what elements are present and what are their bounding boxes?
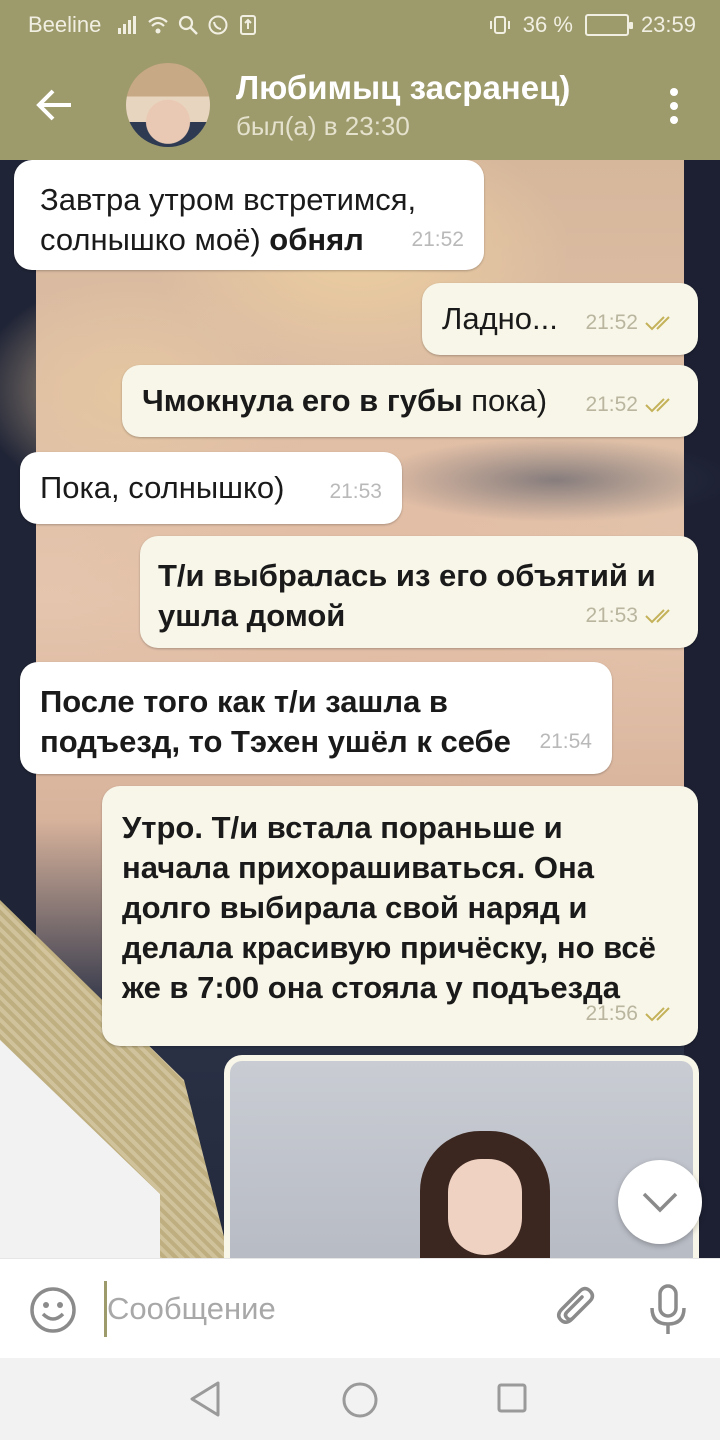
back-button[interactable]	[0, 50, 110, 160]
chat-title: Любимыц засранец)	[236, 68, 571, 106]
chat-area[interactable]: Завтра утром встретимся, солнышко моё) о…	[0, 160, 720, 1258]
avatar[interactable]	[126, 63, 210, 147]
message-bubble[interactable]: После того как т/и зашла в подъезд, то Т…	[20, 662, 612, 774]
message-text-bold: Утро. Т/и встала пораньше и начала прихо…	[122, 810, 656, 1005]
message-text: Пока, солнышко)	[40, 470, 285, 505]
message-time: 21:52	[411, 228, 464, 251]
clock: 23:59	[640, 12, 696, 37]
double-check-icon	[645, 609, 670, 624]
message-time: 21:52	[585, 393, 638, 416]
microphone-icon[interactable]	[645, 1283, 691, 1337]
chevron-down-icon	[642, 1192, 678, 1213]
message-bubble[interactable]: Завтра утром встретимся, солнышко моё) о…	[14, 160, 484, 270]
message-time: 21:52	[585, 311, 638, 334]
arrow-left-icon	[36, 89, 71, 121]
vibrate-icon	[489, 16, 510, 34]
chat-title-block[interactable]: Любимыц засранец) был(а) в 23:30	[236, 69, 570, 142]
message-bubble[interactable]: Утро. Т/и встала пораньше и начала прихо…	[102, 786, 698, 1046]
message-bubble[interactable]: Пока, солнышко) 21:53	[20, 452, 402, 524]
photo-image[interactable]	[230, 1061, 693, 1258]
battery-icon	[584, 14, 633, 36]
photo-person-face	[448, 1159, 522, 1255]
message-bubble[interactable]: Ладно... 21:52	[422, 283, 698, 355]
chat-header: Любимыц засранец) был(а) в 23:30	[0, 50, 720, 160]
double-check-icon	[645, 316, 670, 331]
last-seen: был(а) в 23:30	[236, 110, 410, 141]
status-bar: Beeline 36 % 23:59	[0, 0, 720, 50]
nav-back-icon[interactable]	[186, 1380, 226, 1418]
smiley-icon[interactable]	[28, 1285, 78, 1335]
download-icon	[240, 15, 257, 35]
message-time: 21:54	[539, 730, 592, 753]
battery-percent: 36 %	[522, 12, 573, 37]
message-text-bold: обнял	[269, 222, 364, 257]
scroll-down-button[interactable]	[618, 1160, 702, 1244]
input-bar	[0, 1258, 720, 1358]
system-nav-bar	[0, 1358, 720, 1440]
message-text: пока)	[462, 383, 548, 418]
message-text: Ладно...	[442, 301, 558, 336]
carrier-label: Beeline	[28, 12, 102, 37]
message-bubble[interactable]: Чмокнула его в губы пока) 21:52	[122, 365, 698, 437]
signal-icon	[118, 16, 137, 34]
message-time: 21:53	[585, 604, 638, 627]
message-bubble[interactable]: Т/и выбралась из его объятий и ушла домо…	[140, 536, 698, 648]
message-text-bold: Т/и выбралась из его объятий и ушла домо…	[158, 558, 656, 633]
message-time: 21:53	[329, 480, 382, 503]
nav-home-icon[interactable]	[340, 1380, 380, 1420]
double-check-icon	[645, 1007, 670, 1022]
whatsapp-icon	[208, 15, 228, 35]
message-input[interactable]	[104, 1281, 524, 1337]
paperclip-icon[interactable]	[552, 1283, 602, 1335]
nav-recent-icon[interactable]	[496, 1382, 528, 1414]
double-check-icon	[645, 398, 670, 413]
message-text-bold: После того как т/и зашла в подъезд, то Т…	[40, 684, 511, 759]
message-time: 21:56	[585, 1002, 638, 1025]
search-icon	[179, 15, 199, 35]
message-text-bold: Чмокнула его в губы	[142, 383, 463, 418]
wifi-icon	[148, 16, 169, 34]
more-vertical-icon[interactable]	[654, 80, 694, 132]
